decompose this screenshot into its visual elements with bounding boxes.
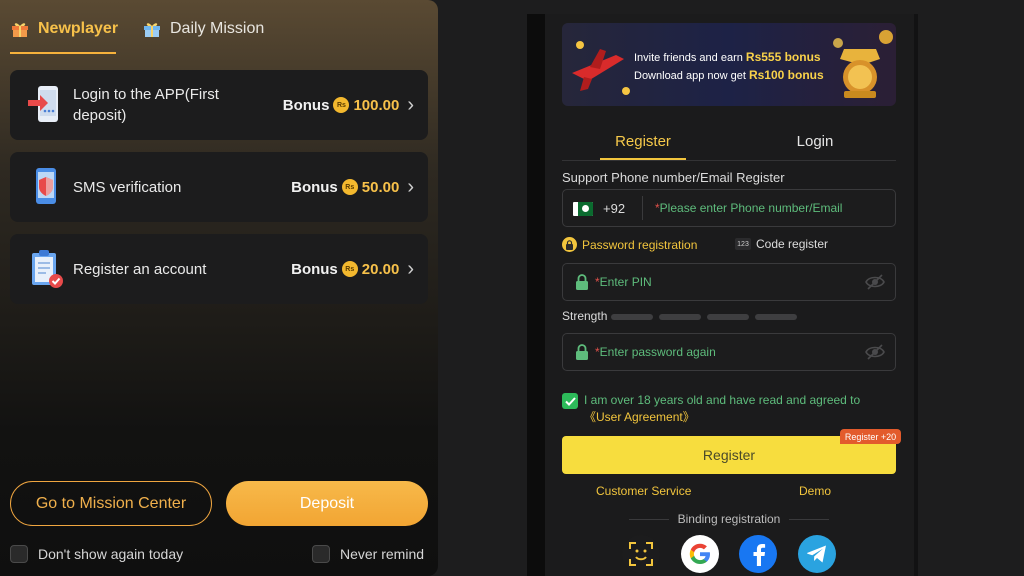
rupee-coin-icon: Rs — [333, 97, 350, 113]
rupee-coin-icon: Rs — [341, 261, 358, 277]
strength-segment — [707, 314, 749, 320]
deposit-button[interactable]: Deposit — [226, 481, 428, 526]
lock-icon — [562, 237, 577, 252]
chevron-right-icon: › — [407, 93, 414, 116]
strength-segment — [611, 314, 653, 320]
phone-separator — [642, 196, 643, 220]
tab-login[interactable]: Login — [772, 126, 858, 156]
phone-login-icon — [28, 86, 58, 122]
register-frame-edge — [527, 14, 545, 576]
code-register-option[interactable]: 123 Code register — [735, 237, 828, 251]
face-id-icon — [629, 542, 653, 566]
binding-registration-label: Binding registration — [677, 512, 781, 526]
active-tab-indicator — [10, 52, 116, 54]
never-remind-label: Never remind — [340, 546, 425, 562]
chevron-right-icon: › — [407, 257, 414, 280]
country-code[interactable]: +92 — [603, 190, 625, 226]
support-label: Support Phone number/Email Register — [562, 170, 785, 185]
pakistan-flag-icon — [573, 202, 593, 216]
strength-label: Strength — [562, 309, 608, 323]
agreement-text: I am over 18 years old and have read and… — [584, 393, 861, 424]
plane-icon — [572, 41, 630, 95]
phone-input[interactable] — [653, 190, 883, 226]
task-bonus: Bonus Rs 100.00 › — [283, 70, 414, 140]
password-registration-option[interactable]: Password registration — [562, 237, 697, 252]
phone-shield-icon — [36, 168, 56, 204]
golden-mask-icon — [833, 30, 893, 98]
task-bonus: Bonus Rs 20.00 › — [291, 234, 414, 304]
demo-link[interactable]: Demo — [799, 484, 831, 498]
bonus-word: Bonus — [282, 96, 330, 114]
mission-tabs: Newplayer Daily Mission — [0, 0, 438, 56]
facebook-login-button[interactable] — [739, 535, 777, 573]
go-to-mission-center-button[interactable]: Go to Mission Center — [10, 481, 212, 526]
task-sms-verification[interactable]: SMS verification Bonus Rs 50.00 › — [10, 152, 428, 222]
dont-show-again-checkbox[interactable]: Don't show again today — [10, 545, 183, 563]
telegram-login-button[interactable] — [798, 535, 836, 573]
customer-service-link[interactable]: Customer Service — [596, 484, 691, 498]
never-remind-checkbox[interactable]: Never remind — [312, 545, 424, 563]
chevron-right-icon: › — [407, 175, 414, 198]
eye-slash-icon[interactable] — [865, 273, 885, 291]
bonus-amount: 20.00 — [361, 260, 400, 278]
task-bonus: Bonus Rs 50.00 › — [291, 152, 414, 222]
google-login-button[interactable] — [681, 535, 719, 573]
banner-line-2: Download app now get Rs100 bonus — [634, 68, 824, 82]
tab-divider — [562, 160, 896, 161]
google-icon — [689, 543, 710, 564]
banner-highlight: Rs555 bonus — [745, 50, 821, 64]
lock-icon — [576, 344, 588, 360]
banner-line-1: Invite friends and earn Rs555 bonus — [634, 50, 821, 64]
task-label: SMS verification — [73, 178, 182, 196]
confirm-password-field[interactable]: * Enter password again — [562, 333, 896, 371]
tab-newplayer-label: Newplayer — [38, 20, 119, 37]
banner-text: Invite friends and earn Rs555 bonus Down… — [634, 49, 844, 85]
code-123-icon: 123 — [735, 238, 751, 250]
face-id-button[interactable] — [622, 535, 660, 573]
tab-daily-mission[interactable]: Daily Mission — [142, 14, 264, 44]
strength-segment — [755, 314, 797, 320]
strength-segment — [659, 314, 701, 320]
rupee-coin-icon: Rs — [341, 179, 358, 195]
tab-daily-mission-label: Daily Mission — [170, 20, 265, 37]
task-register-account[interactable]: Register an account Bonus Rs 20.00 › — [10, 234, 428, 304]
task-login-app[interactable]: Login to the APP(First deposit) Bonus Rs… — [10, 70, 428, 140]
telegram-icon — [807, 545, 826, 563]
checkbox-square[interactable] — [10, 545, 28, 563]
code-register-label: Code register — [756, 237, 829, 251]
password-registration-label: Password registration — [582, 237, 698, 252]
task-label: Register an account — [73, 260, 207, 278]
bonus-word: Bonus — [291, 260, 338, 278]
bonus-amount: 50.00 — [361, 178, 400, 196]
facebook-icon — [753, 544, 766, 566]
gift-box-icon — [144, 23, 160, 37]
banner-highlight: Rs100 bonus — [748, 68, 824, 82]
gift-icon — [12, 23, 28, 37]
user-agreement-link[interactable]: 《User Agreement》 — [584, 410, 695, 424]
promo-banner[interactable]: Invite friends and earn Rs555 bonus Down… — [562, 23, 896, 106]
checkmark-icon — [564, 396, 576, 406]
checkbox-square[interactable] — [312, 545, 330, 563]
lock-icon — [576, 274, 588, 290]
bonus-amount: 100.00 — [353, 96, 400, 114]
eye-slash-icon[interactable] — [865, 343, 885, 361]
confirm-password-input[interactable] — [595, 334, 855, 370]
binding-divider-right — [789, 519, 829, 520]
binding-divider-left — [629, 519, 669, 520]
bonus-word: Bonus — [291, 178, 338, 196]
screen: Newplayer Daily Mission Login to the APP… — [0, 0, 1024, 576]
dont-show-again-label: Don't show again today — [38, 546, 184, 562]
phone-email-field[interactable]: +92 * Please enter Phone number/Email — [562, 189, 896, 227]
tab-register[interactable]: Register — [600, 126, 686, 156]
pin-field[interactable]: * Enter PIN — [562, 263, 896, 301]
clipboard-check-icon — [32, 250, 63, 288]
mission-panel: Newplayer Daily Mission Login to the APP… — [0, 0, 438, 576]
pin-input[interactable] — [595, 264, 855, 300]
tab-newplayer[interactable]: Newplayer — [10, 14, 118, 44]
task-label: Login to the APP(First deposit) — [73, 86, 219, 124]
agreement-checkbox[interactable] — [562, 393, 578, 409]
register-bonus-badge: Register +20 — [840, 429, 901, 444]
